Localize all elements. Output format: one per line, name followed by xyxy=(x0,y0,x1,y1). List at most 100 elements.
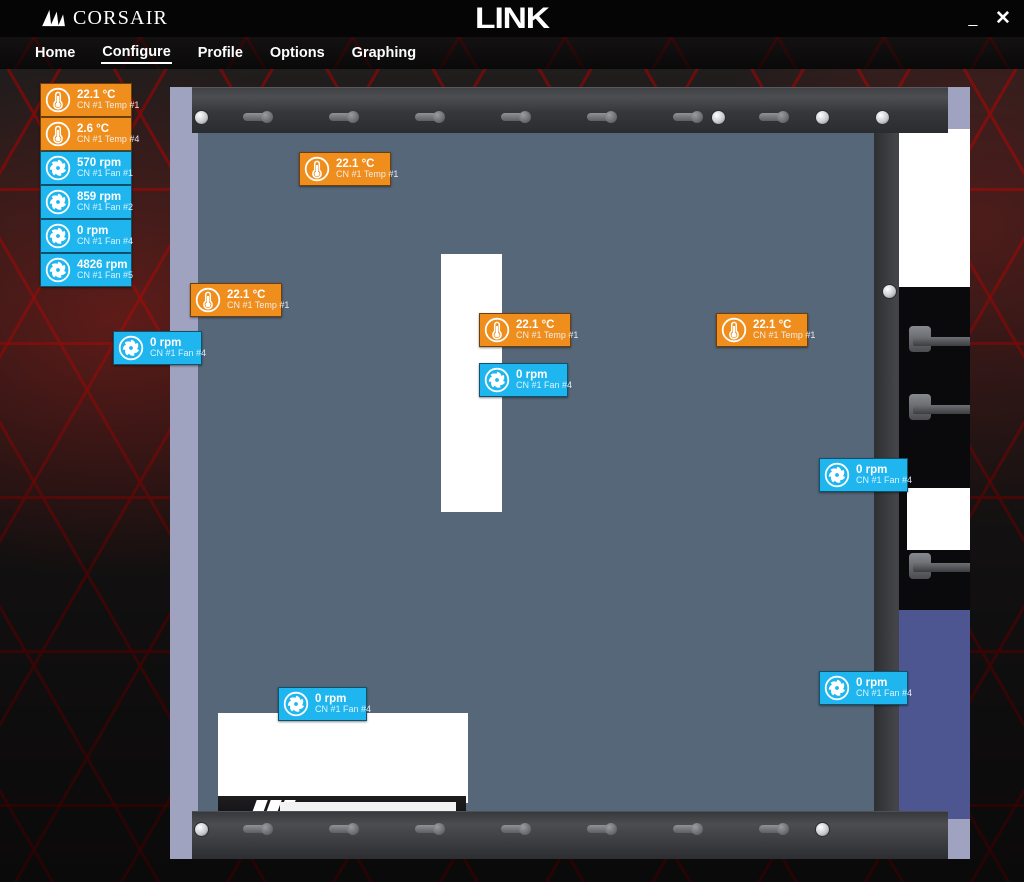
sidebar-sensor-widget[interactable]: 2.6 °C CN #1 Temp #4 xyxy=(40,117,139,151)
bay-white-top-area xyxy=(899,129,970,287)
thermometer-icon xyxy=(195,287,221,313)
case-screw-pin xyxy=(673,111,703,123)
sensor-label: CN #1 Temp #1 xyxy=(227,300,290,311)
sidebar-sensor-widget[interactable]: 859 rpm CN #1 Fan #2 xyxy=(40,185,133,219)
fan-icon xyxy=(45,257,71,283)
chip-text: 0 rpm CN #1 Fan #4 xyxy=(315,693,371,715)
fan-icon xyxy=(484,367,510,393)
sidebar-sensor-widget[interactable]: 570 rpm CN #1 Fan #1 xyxy=(40,151,134,185)
menu-item-options[interactable]: Options xyxy=(269,43,326,63)
bay-white-mid-area xyxy=(907,488,970,550)
sensor-label: CN #1 Fan #4 xyxy=(856,475,913,486)
case-screw-pin xyxy=(243,111,273,123)
fan-icon xyxy=(824,462,850,488)
sidebar-sensor-widget[interactable]: 4826 rpm CN #1 Fan #5 xyxy=(40,253,133,287)
fan-icon xyxy=(45,223,71,249)
sidebar-sensor-widget[interactable]: 22.1 °C CN #1 Temp #1 xyxy=(40,83,139,117)
placed-sensor-widget[interactable]: 22.1 °C CN #1 Temp #1 xyxy=(479,313,578,347)
case-screw-pin xyxy=(501,111,531,123)
sensor-label: CN #1 Fan #5 xyxy=(77,270,134,281)
sensor-label: CN #1 Fan #4 xyxy=(77,236,134,247)
case-screw-pin xyxy=(415,823,445,835)
bay-rail xyxy=(913,405,970,414)
case-screw-pin xyxy=(329,111,359,123)
chip-text: 859 rpm CN #1 Fan #2 xyxy=(77,191,133,213)
bay-blue-panel xyxy=(899,610,970,819)
case-screw-pin xyxy=(415,111,445,123)
link-wordmark: LINK xyxy=(475,1,550,35)
case-screw xyxy=(815,109,830,125)
chip-text: 22.1 °C CN #1 Temp #1 xyxy=(516,319,578,341)
menu-items: Home Configure Profile Options Graphing xyxy=(0,37,1024,69)
sensor-label: CN #1 Temp #1 xyxy=(336,169,399,180)
thermometer-icon xyxy=(45,87,71,113)
close-button[interactable]: ✕ xyxy=(994,9,1012,28)
sensor-label: CN #1 Fan #4 xyxy=(516,380,573,391)
bay-rail xyxy=(913,563,970,572)
placed-sensor-widget[interactable]: 22.1 °C CN #1 Temp #1 xyxy=(299,152,398,186)
placed-sensor-widget[interactable]: 0 rpm CN #1 Fan #4 xyxy=(819,671,912,705)
thermometer-icon xyxy=(45,87,71,113)
sensor-label: CN #1 Temp #1 xyxy=(753,330,816,341)
thermometer-icon xyxy=(484,317,510,343)
case-screw-pin xyxy=(243,823,273,835)
sidebar-sensor-widget[interactable]: 0 rpm CN #1 Fan #4 xyxy=(40,219,133,253)
chip-text: 22.1 °C CN #1 Temp #1 xyxy=(227,289,289,311)
fan-icon xyxy=(45,189,71,215)
placed-sensor-widget[interactable]: 22.1 °C CN #1 Temp #1 xyxy=(190,283,289,317)
chip-text: 0 rpm CN #1 Fan #4 xyxy=(77,225,133,247)
thermometer-icon xyxy=(45,121,71,147)
fan-icon xyxy=(484,367,510,393)
menu-item-configure[interactable]: Configure xyxy=(101,42,172,64)
sensor-widget-sidebar: 22.1 °C CN #1 Temp #1 2.6 °C CN #1 Temp #4 5… xyxy=(40,83,139,287)
thermometer-icon xyxy=(721,317,747,343)
sensor-label: CN #1 Fan #4 xyxy=(856,688,913,699)
fan-icon xyxy=(45,155,71,181)
fan-icon xyxy=(118,335,144,361)
placed-sensor-widget[interactable]: 0 rpm CN #1 Fan #4 xyxy=(113,331,206,365)
menu-item-profile[interactable]: Profile xyxy=(197,43,244,63)
placed-sensor-widget[interactable]: 0 rpm CN #1 Fan #4 xyxy=(479,363,572,397)
case-screw-pin xyxy=(587,823,617,835)
main-menu-bar: Home Configure Profile Options Graphing xyxy=(0,37,1024,69)
thermometer-icon xyxy=(304,156,330,182)
sensor-label: CN #1 Temp #1 xyxy=(77,100,140,111)
fan-icon xyxy=(45,223,71,249)
chip-text: 2.6 °C CN #1 Temp #4 xyxy=(77,123,139,145)
fan-icon xyxy=(45,155,71,181)
case-screw-pin xyxy=(673,823,703,835)
case-bottom-bar xyxy=(192,811,948,859)
case-screw-pin xyxy=(759,823,789,835)
minimize-button[interactable]: _ xyxy=(964,10,982,28)
placed-sensor-widget[interactable]: 0 rpm CN #1 Fan #4 xyxy=(278,687,371,721)
case-screw xyxy=(711,109,726,125)
fan-icon xyxy=(118,335,144,361)
bay-rail xyxy=(913,337,970,346)
thermometer-icon xyxy=(45,121,71,147)
case-screw xyxy=(815,821,830,837)
sensor-label: CN #1 Fan #1 xyxy=(77,168,134,179)
corsair-logo: CORSAIR xyxy=(40,6,168,30)
menu-item-graphing[interactable]: Graphing xyxy=(351,43,417,63)
thermometer-icon xyxy=(721,317,747,343)
sensor-label: CN #1 Temp #4 xyxy=(77,134,140,145)
case-screw-pin xyxy=(759,111,789,123)
chip-text: 4826 rpm CN #1 Fan #5 xyxy=(77,259,133,281)
chip-text: 0 rpm CN #1 Fan #4 xyxy=(516,369,572,391)
case-top-bar xyxy=(192,87,948,133)
case-top-screw-row xyxy=(192,109,948,125)
fan-icon xyxy=(824,675,850,701)
fan-icon xyxy=(824,462,850,488)
case-screw-pin xyxy=(587,111,617,123)
fan-icon xyxy=(283,691,309,717)
sensor-label: CN #1 Fan #4 xyxy=(315,704,372,715)
menu-item-home[interactable]: Home xyxy=(34,43,76,63)
chip-text: 22.1 °C CN #1 Temp #1 xyxy=(77,89,139,111)
case-screw-pin xyxy=(329,823,359,835)
sensor-label: CN #1 Fan #2 xyxy=(77,202,134,213)
placed-sensor-widget[interactable]: 22.1 °C CN #1 Temp #1 xyxy=(716,313,815,347)
chip-text: 22.1 °C CN #1 Temp #1 xyxy=(753,319,815,341)
case-screw xyxy=(194,109,209,125)
case-rail-left xyxy=(170,87,198,859)
placed-sensor-widget[interactable]: 0 rpm CN #1 Fan #4 xyxy=(819,458,912,492)
